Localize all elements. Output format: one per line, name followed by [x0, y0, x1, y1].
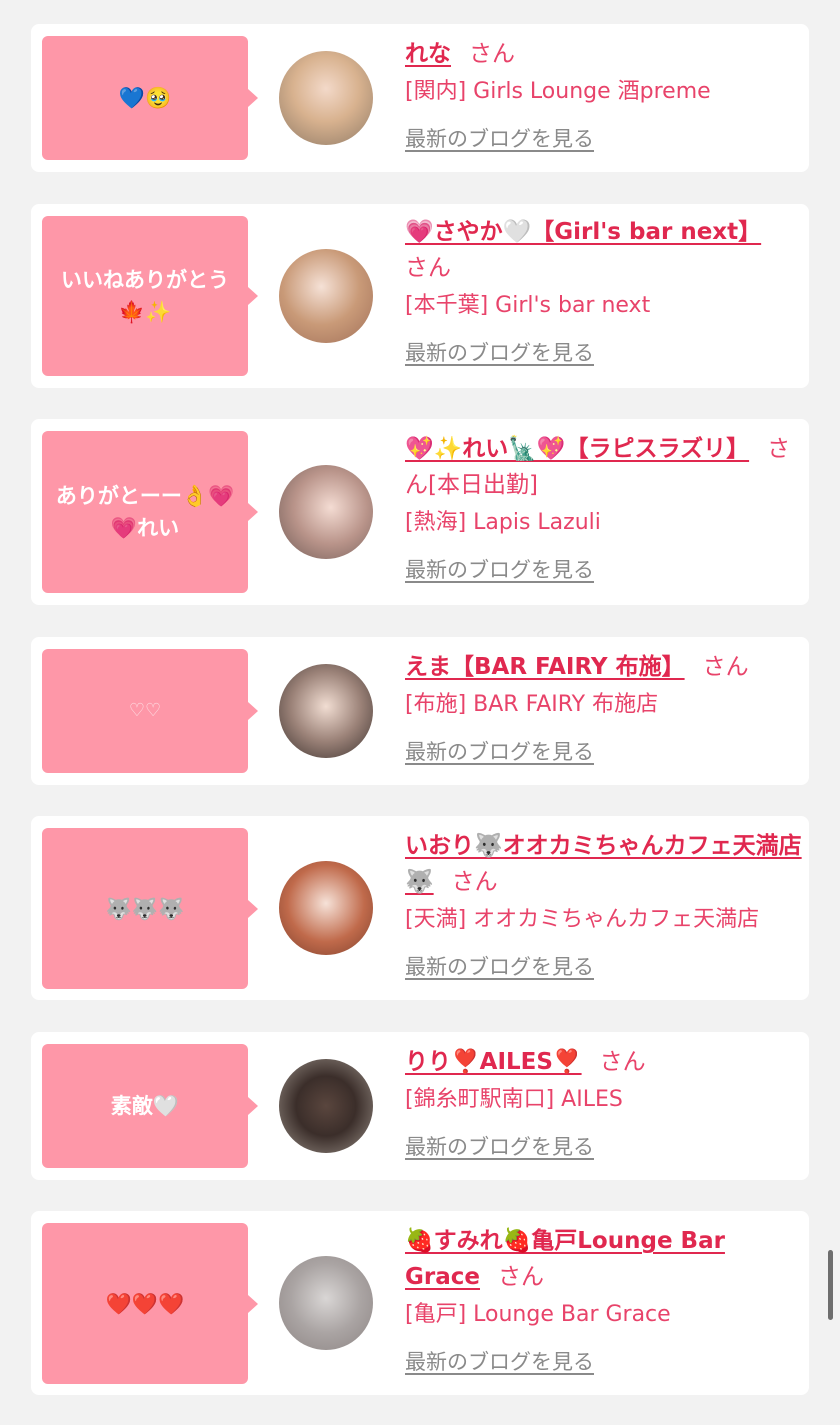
latest-blog-link[interactable]: 最新のブログを見る [405, 737, 594, 767]
latest-blog-link[interactable]: 最新のブログを見る [405, 338, 594, 368]
honorific: さん [405, 255, 451, 281]
shop-name: [本千葉] Girl's bar next [405, 293, 651, 318]
comment-bubble: ありがとーー👌💗💗れい [42, 431, 258, 593]
shop-name: [天満] オオカミちゃんカフェ天満店 [405, 907, 760, 932]
comment-bubble: ♡♡ [42, 649, 258, 773]
cast-name-link[interactable]: 💗さやか🤍【Girl's bar next】 [405, 219, 761, 245]
avatar[interactable] [279, 664, 373, 758]
comment-bubble: いいねありがとう🍁✨ [42, 216, 258, 376]
cast-name-link[interactable]: 🍓すみれ🍓亀戸Lounge Bar Grace [405, 1228, 725, 1290]
shop-name: [関内] Girls Lounge 酒preme [405, 79, 711, 104]
avatar[interactable] [279, 465, 373, 559]
avatar[interactable] [279, 1256, 373, 1350]
shop-name: [錦糸町駅南口] AILES [405, 1087, 623, 1112]
blog-card: ありがとーー👌💗💗れい 💖✨れい🗽💖【ラピスラズリ】 さん[本日出勤] [熱海] … [31, 419, 809, 605]
latest-blog-link[interactable]: 最新のブログを見る [405, 952, 594, 982]
blog-card: ❤️❤️❤️ 🍓すみれ🍓亀戸Lounge Bar Grace さん [亀戸] Lo… [31, 1211, 809, 1395]
cast-name-link[interactable]: れな [405, 41, 451, 67]
card-info: えま【BAR FAIRY 布施】 さん [布施] BAR FAIRY 布施店 最新… [405, 649, 803, 767]
latest-blog-link[interactable]: 最新のブログを見る [405, 1132, 594, 1162]
shop-name: [亀戸] Lounge Bar Grace [405, 1302, 671, 1327]
shop-name: [布施] BAR FAIRY 布施店 [405, 692, 659, 717]
blog-card: 🐺🐺🐺 いおり🐺オオカミちゃんカフェ天満店🐺 さん [天満] オオカミちゃんカフェ… [31, 816, 809, 1000]
card-info: りり❣️AILES❣️ さん [錦糸町駅南口] AILES 最新のブログを見る [405, 1044, 803, 1162]
avatar[interactable] [279, 249, 373, 343]
comment-bubble: 💙🥹 [42, 36, 258, 160]
honorific: さん [469, 41, 515, 67]
cast-name-link[interactable]: 💖✨れい🗽💖【ラピスラズリ】 [405, 436, 749, 462]
comment-bubble: ❤️❤️❤️ [42, 1223, 258, 1384]
latest-blog-link[interactable]: 最新のブログを見る [405, 1347, 594, 1377]
shop-name: [熱海] Lapis Lazuli [405, 510, 601, 535]
latest-blog-link[interactable]: 最新のブログを見る [405, 124, 594, 154]
blog-card: 💙🥹 れな さん [関内] Girls Lounge 酒preme 最新のブログを… [31, 24, 809, 172]
avatar[interactable] [279, 1059, 373, 1153]
scrollbar[interactable] [828, 1250, 833, 1320]
blog-card: 素敵🤍 りり❣️AILES❣️ さん [錦糸町駅南口] AILES 最新のブログを… [31, 1032, 809, 1180]
blog-card: いいねありがとう🍁✨ 💗さやか🤍【Girl's bar next】 さん [本千葉… [31, 204, 809, 388]
honorific: さん [702, 654, 749, 680]
avatar[interactable] [279, 861, 373, 955]
comment-bubble: 素敵🤍 [42, 1044, 258, 1168]
blog-card: ♡♡ えま【BAR FAIRY 布施】 さん [布施] BAR FAIRY 布施店… [31, 637, 809, 785]
avatar[interactable] [279, 51, 373, 145]
honorific: さん [497, 1264, 544, 1290]
cast-name-link[interactable]: りり❣️AILES❣️ [405, 1049, 582, 1075]
card-info: 💖✨れい🗽💖【ラピスラズリ】 さん[本日出勤] [熱海] Lapis Lazuli… [405, 431, 803, 585]
card-info: いおり🐺オオカミちゃんカフェ天満店🐺 さん [天満] オオカミちゃんカフェ天満店 … [405, 828, 805, 982]
honorific: さん [599, 1049, 646, 1075]
attendance-status: [本日出勤] [428, 472, 538, 498]
card-info: 🍓すみれ🍓亀戸Lounge Bar Grace さん [亀戸] Lounge Ba… [405, 1223, 803, 1377]
card-info: れな さん [関内] Girls Lounge 酒preme 最新のブログを見る [405, 36, 803, 154]
comment-bubble: 🐺🐺🐺 [42, 828, 258, 989]
card-info: 💗さやか🤍【Girl's bar next】 さん [本千葉] Girl's ba… [405, 214, 803, 368]
cast-name-link[interactable]: えま【BAR FAIRY 布施】 [405, 654, 685, 680]
honorific: さん [451, 869, 498, 895]
latest-blog-link[interactable]: 最新のブログを見る [405, 555, 594, 585]
